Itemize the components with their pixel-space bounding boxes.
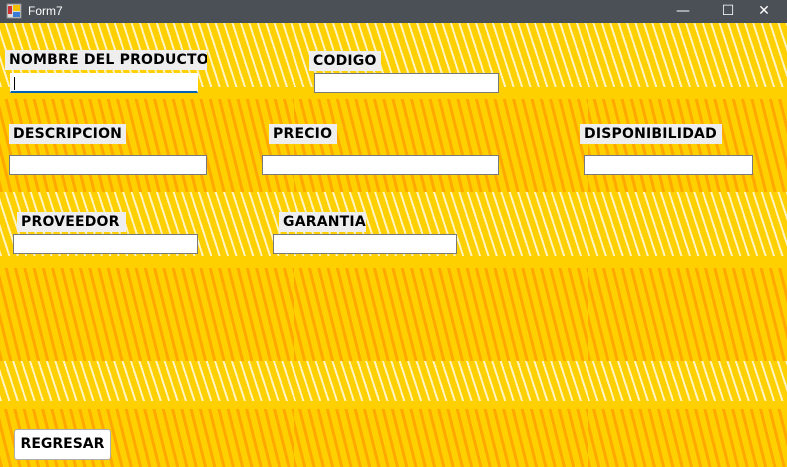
regresar-button[interactable]: REGRESAR [14, 429, 111, 460]
close-button[interactable]: ✕ [741, 0, 787, 23]
background-tile [588, 192, 787, 361]
precio-input[interactable] [262, 155, 499, 175]
minimize-button[interactable]: — [660, 0, 706, 23]
disponibilidad-input[interactable] [584, 155, 753, 175]
form-client-area: NOMBRE DEL PRODUCTO CODIGO DESCRIPCION P… [0, 23, 787, 467]
garantia-label: GARANTIA [279, 212, 366, 232]
window-title: Form7 [28, 4, 63, 18]
title-bar: Form7 — ☐ ✕ [0, 0, 787, 23]
nombre-label: NOMBRE DEL PRODUCTO [5, 50, 207, 70]
garantia-input[interactable] [273, 234, 457, 254]
descripcion-label: DESCRIPCION [9, 124, 126, 144]
background-tile [294, 361, 588, 467]
nombre-input[interactable] [10, 73, 198, 93]
codigo-label: CODIGO [309, 51, 381, 71]
text-caret [14, 77, 15, 90]
precio-label: PRECIO [269, 124, 337, 144]
proveedor-label: PROVEEDOR [17, 212, 126, 232]
proveedor-input[interactable] [13, 234, 198, 254]
disponibilidad-label: DISPONIBILIDAD [580, 124, 722, 144]
descripcion-input[interactable] [9, 155, 207, 175]
codigo-input[interactable] [314, 73, 499, 93]
background-tile [588, 361, 787, 467]
app-icon [6, 3, 22, 19]
